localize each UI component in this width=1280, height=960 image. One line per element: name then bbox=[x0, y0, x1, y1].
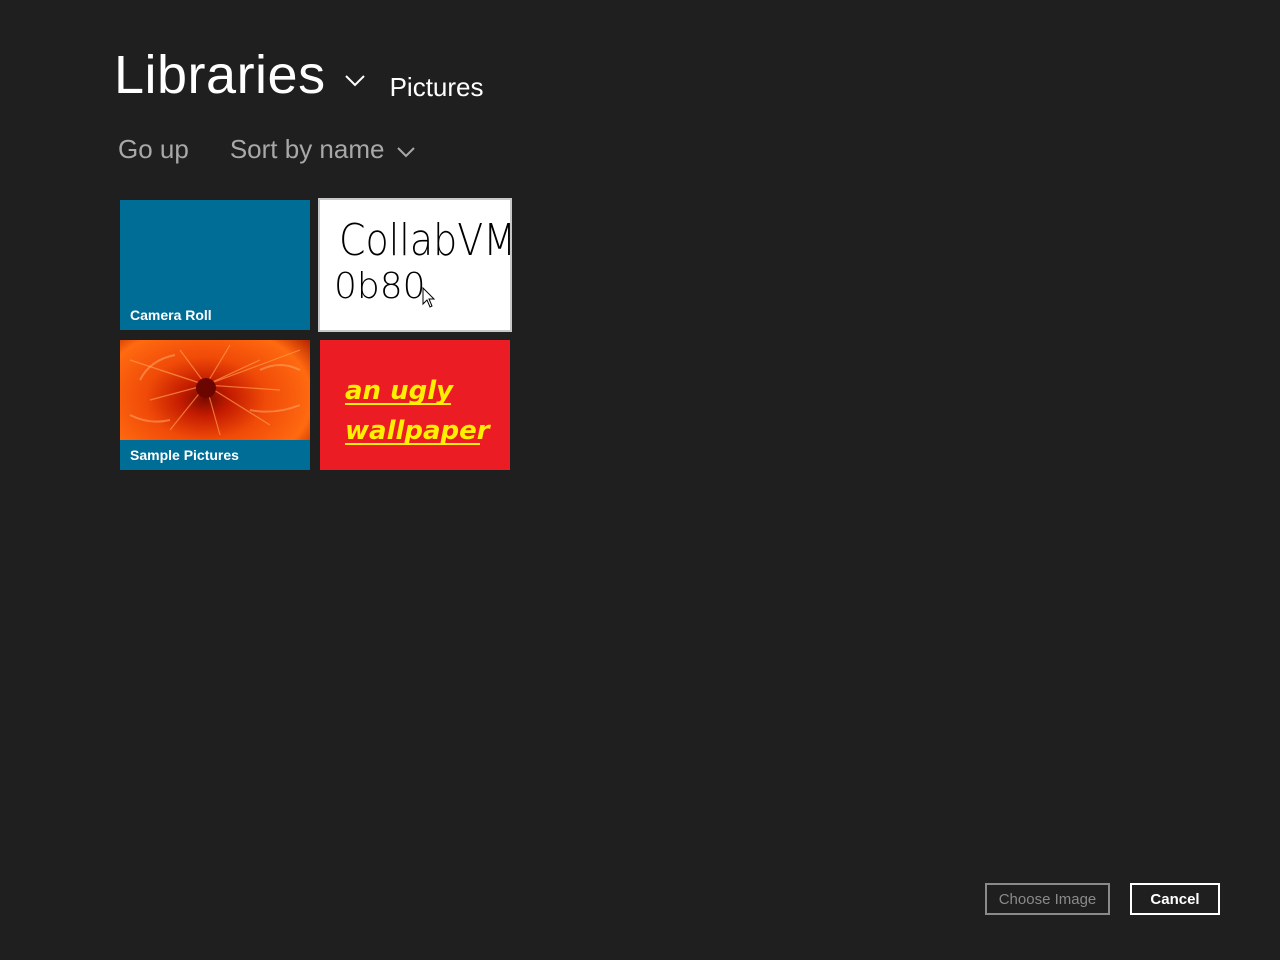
current-folder-label: Pictures bbox=[389, 72, 484, 102]
file-picker: Libraries Pictures Go up Sort by name Ca… bbox=[0, 0, 1280, 960]
wallpaper-image: an ugly wallpaper bbox=[345, 376, 492, 446]
location-title[interactable]: Libraries bbox=[114, 48, 326, 102]
cancel-button[interactable]: Cancel bbox=[1130, 883, 1220, 915]
wallpaper-text-line-2: wallpaper bbox=[345, 416, 492, 446]
image-tile-wallpaper[interactable]: an ugly wallpaper bbox=[320, 340, 510, 470]
tile-label: Sample Pictures bbox=[130, 447, 239, 463]
handwritten-line-1: CollabVM bbox=[339, 214, 510, 265]
sort-dropdown[interactable]: Sort by name bbox=[230, 134, 417, 165]
header: Libraries Pictures bbox=[114, 48, 484, 102]
wallpaper-text-line-1: an ugly bbox=[345, 376, 454, 406]
handwritten-line-2: 0b80 bbox=[334, 266, 426, 307]
chevron-down-icon[interactable] bbox=[344, 74, 366, 88]
folder-tile-sample-pictures[interactable]: Sample Pictures bbox=[120, 340, 310, 470]
choose-image-button[interactable]: Choose Image bbox=[985, 883, 1110, 915]
toolbar: Go up Sort by name bbox=[118, 134, 416, 165]
sort-label: Sort by name bbox=[229, 134, 385, 164]
tile-label: Camera Roll bbox=[130, 307, 212, 323]
handwritten-image: CollabVM 0b80 bbox=[334, 214, 510, 308]
folder-tile-camera-roll[interactable]: Camera Roll bbox=[120, 200, 310, 330]
go-up-button[interactable]: Go up bbox=[118, 134, 189, 165]
image-tile-collabvm[interactable]: CollabVM 0b80 bbox=[318, 198, 512, 332]
chevron-down-icon bbox=[397, 146, 416, 157]
